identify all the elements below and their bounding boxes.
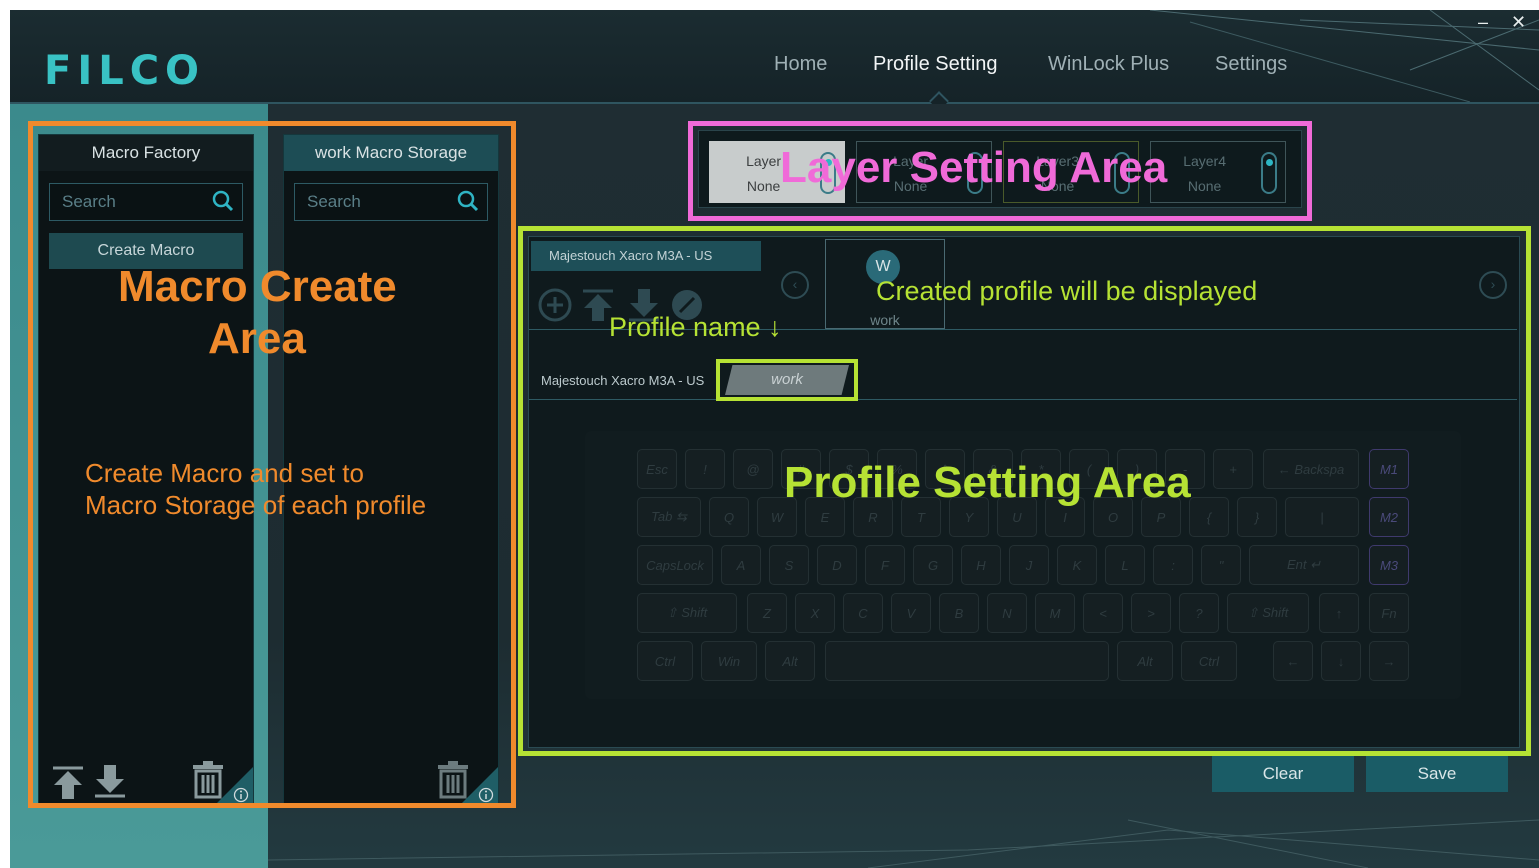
chevron-right-icon[interactable]: › (1479, 271, 1507, 299)
key[interactable]: ! (685, 449, 725, 489)
add-profile-icon[interactable] (538, 288, 572, 322)
macro-area-desc-line2: Macro Storage of each profile (85, 490, 427, 520)
key[interactable]: V (891, 593, 931, 633)
macro-factory-title: Macro Factory (39, 135, 253, 171)
key[interactable]: Alt (1117, 641, 1173, 681)
macro-area-desc-line1: Create Macro and set to (85, 458, 364, 488)
profile-card-name: work (870, 312, 900, 328)
profile-name-note: Profile name ↓ (609, 312, 782, 342)
active-profile-tab[interactable]: work (725, 365, 849, 395)
key[interactable]: H (961, 545, 1001, 585)
nav-home[interactable]: Home (774, 53, 827, 76)
macro-storage-search (294, 183, 488, 221)
key[interactable]: K (1057, 545, 1097, 585)
key[interactable]: ⇧ Shift (637, 593, 737, 633)
key[interactable]: Tab ⇆ (637, 497, 701, 537)
macro-factory-footer (39, 751, 253, 807)
search-icon[interactable] (457, 190, 479, 217)
key[interactable]: | (1285, 497, 1359, 537)
key[interactable]: Q (709, 497, 749, 537)
key[interactable]: A (721, 545, 761, 585)
key[interactable]: ↓ (1321, 641, 1361, 681)
clear-button[interactable]: Clear (1212, 756, 1354, 792)
layer-toggle[interactable] (1261, 152, 1277, 194)
macro-storage-footer (284, 751, 498, 807)
minimize-button[interactable]: – (1478, 12, 1488, 33)
created-profile-note: Created profile will be displayed (876, 276, 1258, 306)
profile-area-title: Profile Setting Area (784, 458, 1191, 507)
export-icon[interactable] (93, 763, 127, 799)
keyboard-header: Majestouch Xacro M3A - US work (529, 361, 1517, 400)
key[interactable]: C (843, 593, 883, 633)
info-icon[interactable] (233, 787, 249, 803)
key[interactable]: ← Backspa (1263, 449, 1359, 489)
key-m3[interactable]: M3 (1369, 545, 1409, 585)
key[interactable]: + (1213, 449, 1253, 489)
header: FILCO Home Profile Setting WinLock Plus … (10, 10, 1539, 104)
layer-tab-4[interactable]: Layer4 None (1150, 141, 1286, 203)
key-m2[interactable]: M2 (1369, 497, 1409, 537)
nav-profile-setting[interactable]: Profile Setting (873, 53, 998, 76)
key[interactable]: Z (747, 593, 787, 633)
filco-logo: FILCO (44, 48, 206, 94)
key[interactable]: CapsLock (637, 545, 713, 585)
key[interactable]: ⇧ Shift (1227, 593, 1309, 633)
macro-area-title-line1: Macro Create (118, 262, 397, 311)
nav-winlock-plus[interactable]: WinLock Plus (1048, 53, 1169, 76)
key[interactable]: B (939, 593, 979, 633)
key[interactable]: Win (701, 641, 757, 681)
key[interactable]: Esc (637, 449, 677, 489)
key[interactable]: ← (1273, 641, 1313, 681)
keyboard-device-label: Majestouch Xacro M3A - US (541, 373, 705, 388)
macro-storage-search-input[interactable] (295, 184, 459, 220)
key-space[interactable] (825, 641, 1109, 681)
key[interactable]: ↑ (1319, 593, 1359, 633)
import-icon[interactable] (51, 765, 85, 801)
key[interactable]: < (1083, 593, 1123, 633)
key[interactable]: Alt (765, 641, 815, 681)
key[interactable]: : (1153, 545, 1193, 585)
nav-settings[interactable]: Settings (1215, 53, 1287, 76)
key[interactable]: Ctrl (1181, 641, 1237, 681)
key[interactable]: ? (1179, 593, 1219, 633)
key[interactable]: Fn (1369, 593, 1409, 633)
save-button[interactable]: Save (1366, 756, 1508, 792)
key-m1[interactable]: M1 (1369, 449, 1409, 489)
key[interactable]: L (1105, 545, 1145, 585)
key[interactable]: X (795, 593, 835, 633)
chevron-left-icon[interactable]: ‹ (781, 271, 809, 299)
key[interactable]: @ (733, 449, 773, 489)
key[interactable]: N (987, 593, 1027, 633)
close-button[interactable]: ✕ (1511, 12, 1526, 33)
macro-factory-search-input[interactable] (50, 184, 214, 220)
key[interactable]: Ctrl (637, 641, 693, 681)
key[interactable]: J (1009, 545, 1049, 585)
key[interactable]: F (865, 545, 905, 585)
key[interactable]: " (1201, 545, 1241, 585)
layer-area-title: Layer Setting Area (780, 143, 1168, 192)
key[interactable]: > (1131, 593, 1171, 633)
search-icon[interactable] (212, 190, 234, 217)
key[interactable]: G (913, 545, 953, 585)
key[interactable]: S (769, 545, 809, 585)
macro-area-title-line2: Area (208, 314, 306, 363)
key[interactable]: D (817, 545, 857, 585)
key[interactable]: Ent ↵ (1249, 545, 1359, 585)
macro-storage-title: work Macro Storage (284, 135, 498, 171)
key[interactable]: } (1237, 497, 1277, 537)
info-icon[interactable] (478, 787, 494, 803)
key[interactable]: M (1035, 593, 1075, 633)
key[interactable]: → (1369, 641, 1409, 681)
key[interactable]: { (1189, 497, 1229, 537)
macro-factory-search (49, 183, 243, 221)
app-window: FILCO Home Profile Setting WinLock Plus … (10, 10, 1539, 868)
profile-device-tab[interactable]: Majestouch Xacro M3A - US (531, 241, 761, 271)
